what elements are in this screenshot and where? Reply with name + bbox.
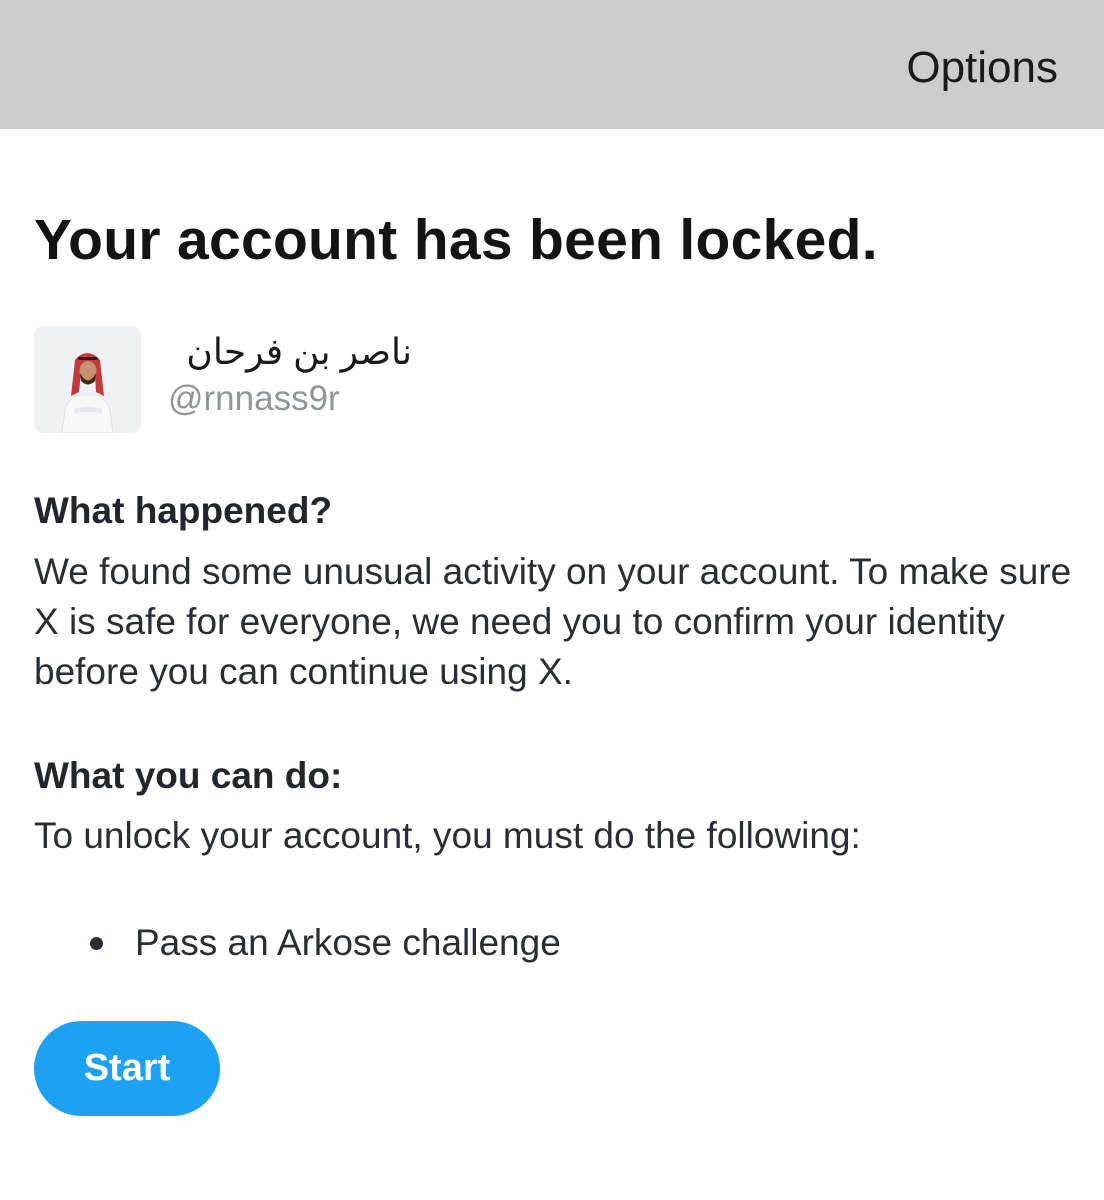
requirement-label: Pass an Arkose challenge: [135, 922, 561, 963]
list-item: Pass an Arkose challenge: [34, 918, 561, 968]
account-handle: @rnnass9r: [168, 379, 340, 418]
what-happened-heading: What happened?: [34, 490, 333, 531]
top-bar: Options: [0, 0, 1104, 129]
account-display-name: ناصر بن فرحان: [186, 331, 412, 372]
profile-photo-icon: [34, 326, 141, 433]
what-happened-text: We found some unusual activity on your a…: [34, 551, 1072, 692]
what-you-can-do-heading: What you can do:: [34, 755, 343, 796]
page-title: Your account has been locked.: [34, 208, 878, 272]
what-you-can-do-text: To unlock your account, you must do the …: [34, 815, 861, 856]
start-button[interactable]: Start: [34, 1021, 220, 1116]
avatar: [34, 326, 141, 433]
requirements-list: Pass an Arkose challenge: [34, 918, 561, 968]
bullet-icon: [90, 937, 103, 950]
options-button[interactable]: Options: [906, 42, 1058, 94]
